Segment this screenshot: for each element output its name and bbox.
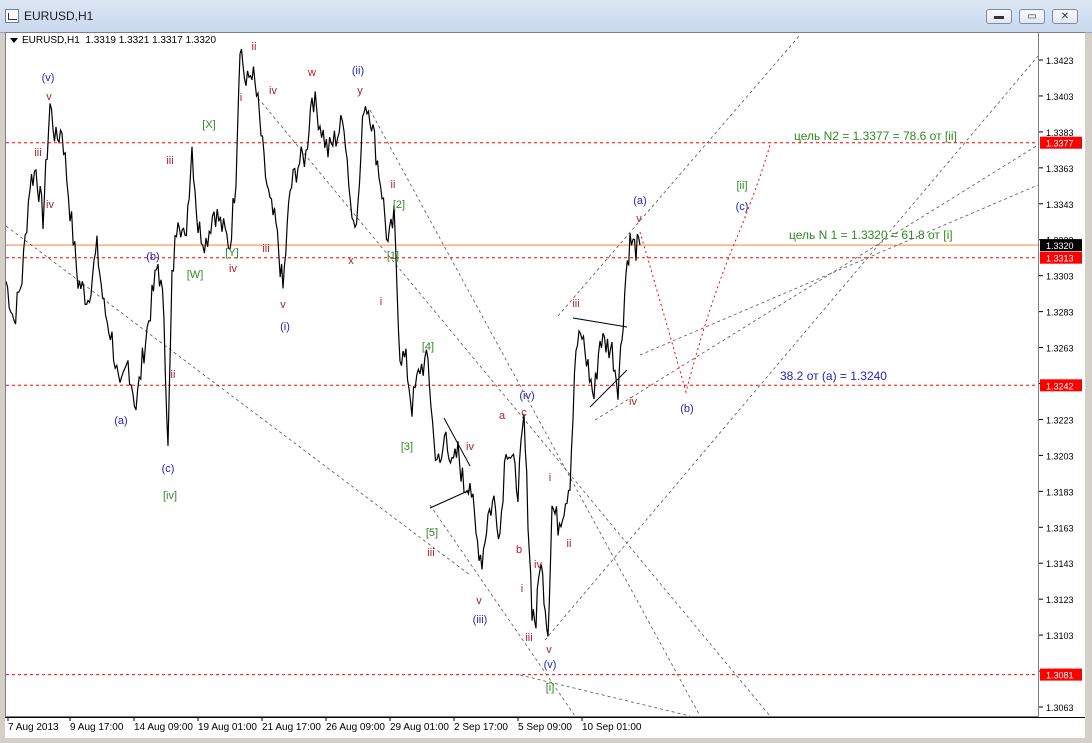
chart-plot-area[interactable]: [5, 32, 1039, 717]
minimize-button[interactable]: ▬: [986, 9, 1012, 24]
minimize-icon: ▬: [994, 11, 1004, 22]
restore-icon: ▭: [1027, 11, 1037, 22]
chart-ohlc: 1.3319 1.3321 1.3317 1.3320: [85, 35, 217, 46]
chart-symbol: EURUSD,H1: [22, 35, 80, 46]
window-titlebar[interactable]: EURUSD,H1 ▬ ▭ ✕: [0, 0, 1092, 33]
chart-header: EURUSD,H1 1.3319 1.3321 1.3317 1.3320: [10, 35, 216, 46]
chart-window: EURUSD,H1 ▬ ▭ ✕ (v) v iii iv (b) (a) iii ii (c)[…: [0, 0, 1092, 743]
window-title: EURUSD,H1: [24, 9, 94, 23]
chevron-down-icon: [10, 37, 18, 43]
price-axis: [1039, 32, 1085, 718]
close-icon: ✕: [1060, 11, 1070, 22]
time-axis: [5, 717, 1085, 738]
chart-window-icon: [5, 9, 19, 23]
restore-button[interactable]: ▭: [1019, 9, 1045, 24]
close-button[interactable]: ✕: [1052, 9, 1078, 24]
